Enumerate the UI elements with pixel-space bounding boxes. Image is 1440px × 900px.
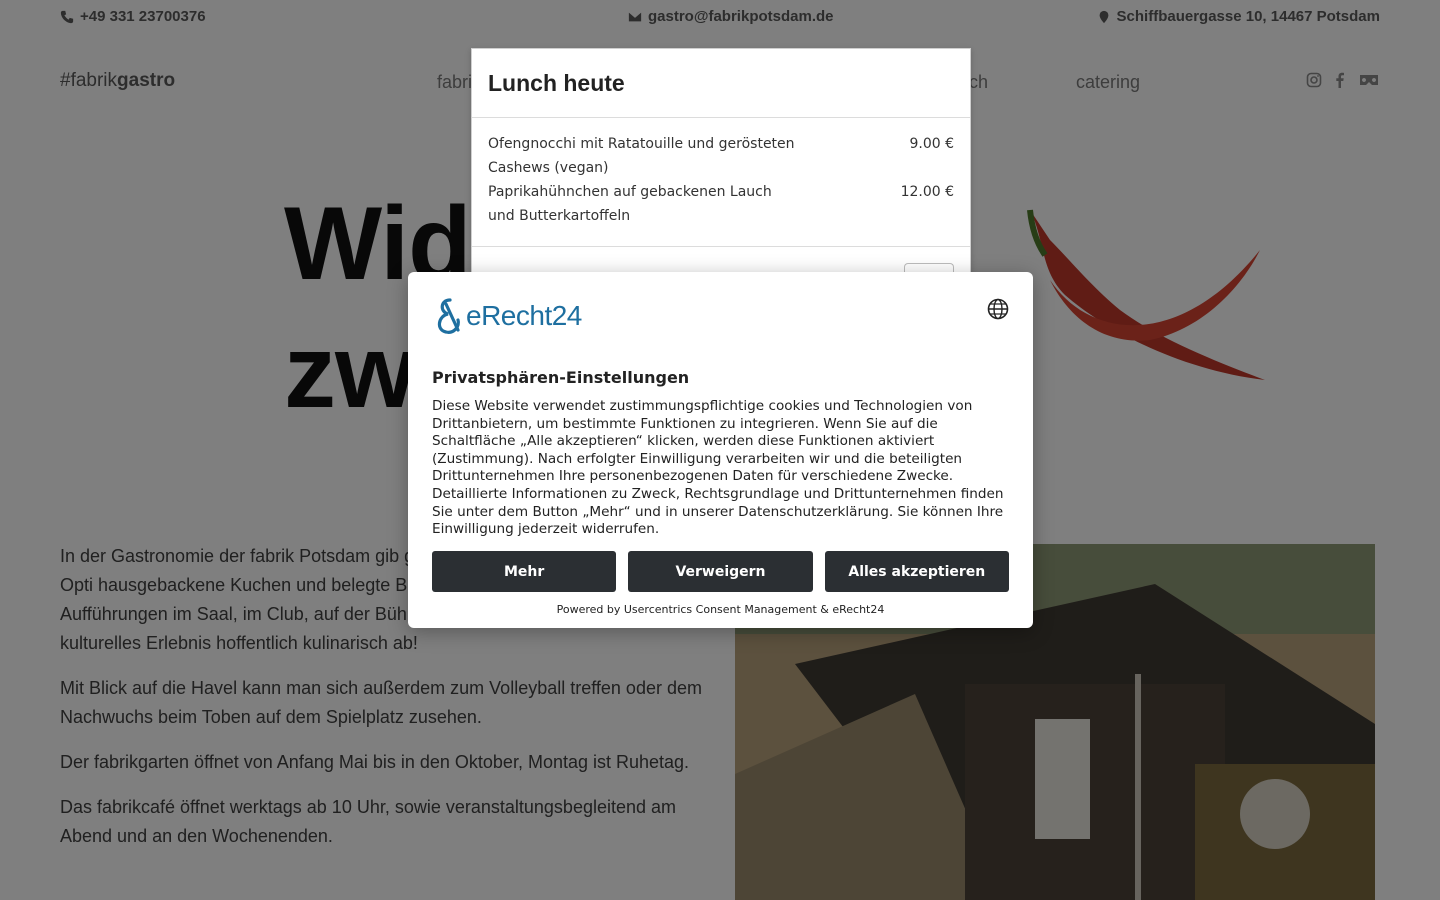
more-button[interactable]: Mehr: [432, 551, 617, 592]
dish-name: Ofengnocchi mit Ratatouille und geröstet…: [488, 136, 795, 176]
lunch-modal: Lunch heute Ofengnocchi mit Ratatouille …: [471, 48, 971, 290]
erecht24-logo-icon: [437, 298, 460, 334]
consent-buttons: Mehr Verweigern Alles akzeptieren: [432, 551, 1009, 592]
dish-name: Paprikahühnchen auf gebackenen Lauch und…: [488, 184, 772, 224]
consent-text: Diese Website verwendet zustimmungspflic…: [432, 398, 1004, 538]
accept-all-button[interactable]: Alles akzeptieren: [824, 551, 1009, 592]
consent-title: Privatsphären-Einstellungen: [432, 368, 690, 387]
dish-price: 12.00 €: [900, 184, 954, 200]
deny-button[interactable]: Verweigern: [628, 551, 813, 592]
dish-price: 9.00 €: [909, 136, 954, 152]
globe-icon[interactable]: [987, 298, 1009, 320]
powered-by-text: Powered by Usercentrics Consent Manageme…: [556, 603, 885, 616]
brand-name: eRecht24: [466, 300, 582, 331]
erecht24-logo: eRecht24: [432, 296, 582, 336]
list-item: Ofengnocchi mit Ratatouille und geröstet…: [488, 132, 954, 180]
consent-dialog: eRecht24 Privatsphären-Einstellungen Die…: [408, 272, 1033, 628]
lunch-title: Lunch heute: [488, 69, 625, 96]
page: +49 331 23700376 gastro@fabrikpotsdam.de…: [0, 0, 1440, 900]
lunch-menu: Ofengnocchi mit Ratatouille und geröstet…: [472, 118, 970, 242]
lunch-modal-header: Lunch heute: [472, 49, 970, 118]
list-item: Paprikahühnchen auf gebackenen Lauch und…: [488, 180, 954, 228]
